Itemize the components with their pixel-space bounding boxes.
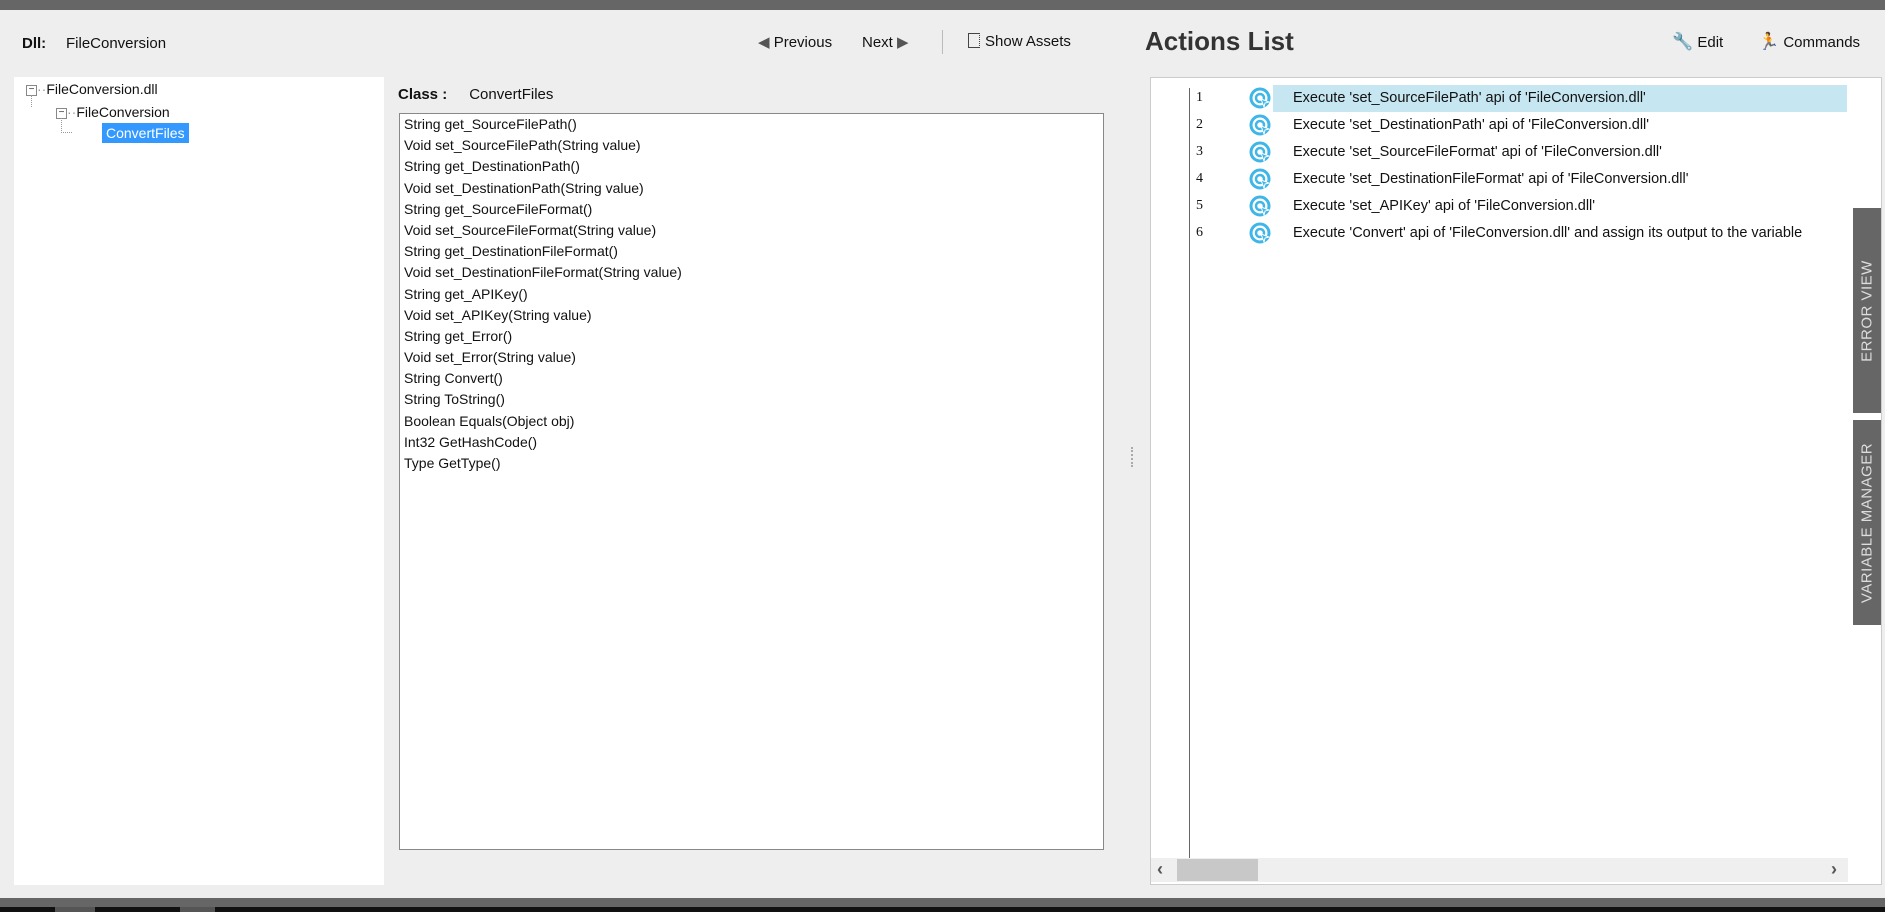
- method-item[interactable]: String Convert(): [400, 368, 1103, 389]
- method-item[interactable]: Boolean Equals(Object obj): [400, 411, 1103, 432]
- action-text: Execute 'set_SourceFileFormat' api of 'F…: [1293, 144, 1662, 160]
- action-row[interactable]: 6 Execute 'Convert' api of 'FileConversi…: [1151, 220, 1851, 247]
- tree-node-dll[interactable]: − ··FileConversion.dll: [26, 81, 158, 97]
- action-text: Execute 'set_DestinationPath' api of 'Fi…: [1293, 117, 1650, 133]
- action-text: Execute 'set_APIKey' api of 'FileConvers…: [1293, 198, 1596, 214]
- show-assets-label: Show Assets: [985, 33, 1071, 50]
- tree-line: [61, 118, 72, 133]
- method-item[interactable]: Void set_SourceFilePath(String value): [400, 135, 1103, 156]
- action-number: 5: [1196, 198, 1203, 213]
- execute-api-icon: [1249, 114, 1271, 136]
- commands-button[interactable]: 🏃 Commands: [1758, 32, 1860, 52]
- action-row[interactable]: 5 Execute 'set_APIKey' api of 'FileConve…: [1151, 193, 1851, 220]
- action-row[interactable]: 4 Execute 'set_DestinationFileFormat' ap…: [1151, 166, 1851, 193]
- method-item[interactable]: String get_APIKey(): [400, 284, 1103, 305]
- tree-node-class[interactable]: ConvertFiles: [102, 123, 189, 143]
- tab-variable-manager[interactable]: VARIABLE MANAGER: [1853, 420, 1881, 625]
- method-item[interactable]: String get_DestinationPath(): [400, 156, 1103, 177]
- execute-api-icon: [1249, 195, 1271, 217]
- execute-api-icon: [1249, 141, 1271, 163]
- action-number: 4: [1196, 171, 1203, 186]
- method-item[interactable]: String get_Error(): [400, 326, 1103, 347]
- window-top-bar: [0, 0, 1885, 10]
- running-man-icon: 🏃: [1758, 32, 1780, 51]
- tree-node-label: FileConversion: [76, 104, 170, 120]
- action-number: 3: [1196, 144, 1203, 159]
- actions-list: 1 Execute 'set_SourceFilePath' api of 'F…: [1150, 77, 1882, 885]
- toolbar-divider: [942, 30, 943, 54]
- execute-api-icon: [1249, 222, 1271, 244]
- method-item[interactable]: String get_SourceFilePath(): [400, 114, 1103, 135]
- methods-list[interactable]: String get_SourceFilePath() Void set_Sour…: [399, 113, 1104, 850]
- tab-label: VARIABLE MANAGER: [1858, 442, 1876, 603]
- dll-value: FileConversion: [66, 35, 167, 52]
- method-item[interactable]: Void set_DestinationPath(String value): [400, 178, 1103, 199]
- action-row[interactable]: 3 Execute 'set_SourceFileFormat' api of …: [1151, 139, 1851, 166]
- method-item[interactable]: String get_DestinationFileFormat(): [400, 241, 1103, 262]
- action-number: 1: [1196, 90, 1203, 105]
- execute-api-icon: [1249, 87, 1271, 109]
- previous-label: Previous: [773, 34, 833, 51]
- tab-error-view[interactable]: ERROR VIEW: [1853, 208, 1881, 413]
- scrollbar-thumb[interactable]: [1177, 859, 1258, 881]
- dll-tree: − ··FileConversion.dll − ··FileConversion …: [14, 77, 384, 885]
- tree-node-label: ConvertFiles: [102, 123, 189, 143]
- action-text: Execute 'set_DestinationFileFormat' api …: [1293, 171, 1689, 187]
- caret-left-icon: ◀: [758, 34, 770, 51]
- method-item[interactable]: Int32 GetHashCode(): [400, 432, 1103, 453]
- method-item[interactable]: Void set_Error(String value): [400, 347, 1103, 368]
- panel-icon: [968, 33, 980, 48]
- edit-button[interactable]: 🔧 Edit: [1672, 32, 1723, 52]
- method-item[interactable]: Void set_DestinationFileFormat(String va…: [400, 262, 1103, 283]
- window-bottom-bar: [0, 898, 1885, 912]
- next-label: Next: [862, 34, 893, 51]
- scroll-left-icon[interactable]: ‹: [1157, 859, 1163, 880]
- caret-right-icon: ▶: [897, 34, 909, 51]
- actions-list-title: Actions List: [1145, 26, 1294, 56]
- show-assets-button[interactable]: Show Assets: [968, 33, 1071, 50]
- next-button[interactable]: Next ▶: [862, 33, 909, 51]
- tree-line: [31, 95, 32, 107]
- tree-node-label: FileConversion.dll: [46, 81, 158, 97]
- method-item[interactable]: String ToString(): [400, 389, 1103, 410]
- action-row[interactable]: 2 Execute 'set_DestinationPath' api of '…: [1151, 112, 1851, 139]
- class-value: ConvertFiles: [469, 86, 554, 103]
- execute-api-icon: [1249, 168, 1271, 190]
- commands-label: Commands: [1783, 34, 1861, 51]
- wrench-icon: 🔧: [1672, 32, 1694, 51]
- method-item[interactable]: Void set_SourceFileFormat(String value): [400, 220, 1103, 241]
- edit-label: Edit: [1697, 34, 1724, 51]
- method-item[interactable]: Void set_APIKey(String value): [400, 305, 1103, 326]
- scroll-right-icon[interactable]: ›: [1831, 859, 1837, 880]
- previous-button[interactable]: ◀ Previous: [758, 33, 832, 51]
- tree-node-namespace[interactable]: − ··FileConversion: [56, 104, 170, 120]
- method-item[interactable]: String get_SourceFileFormat(): [400, 199, 1103, 220]
- horizontal-scrollbar[interactable]: ‹ ›: [1151, 858, 1848, 882]
- action-row[interactable]: 1 Execute 'set_SourceFilePath' api of 'F…: [1151, 85, 1851, 112]
- tab-label: ERROR VIEW: [1858, 259, 1876, 362]
- method-item[interactable]: Type GetType(): [400, 453, 1103, 474]
- action-number: 6: [1196, 225, 1203, 240]
- action-text: Execute 'Convert' api of 'FileConversion…: [1293, 225, 1803, 241]
- dll-label: Dll:: [22, 35, 47, 52]
- class-header: Class : ConvertFiles: [398, 86, 553, 103]
- action-number: 2: [1196, 117, 1203, 132]
- action-text: Execute 'set_SourceFilePath' api of 'Fil…: [1273, 85, 1847, 112]
- splitter-handle[interactable]: [1131, 447, 1133, 467]
- class-label: Class :: [398, 86, 448, 103]
